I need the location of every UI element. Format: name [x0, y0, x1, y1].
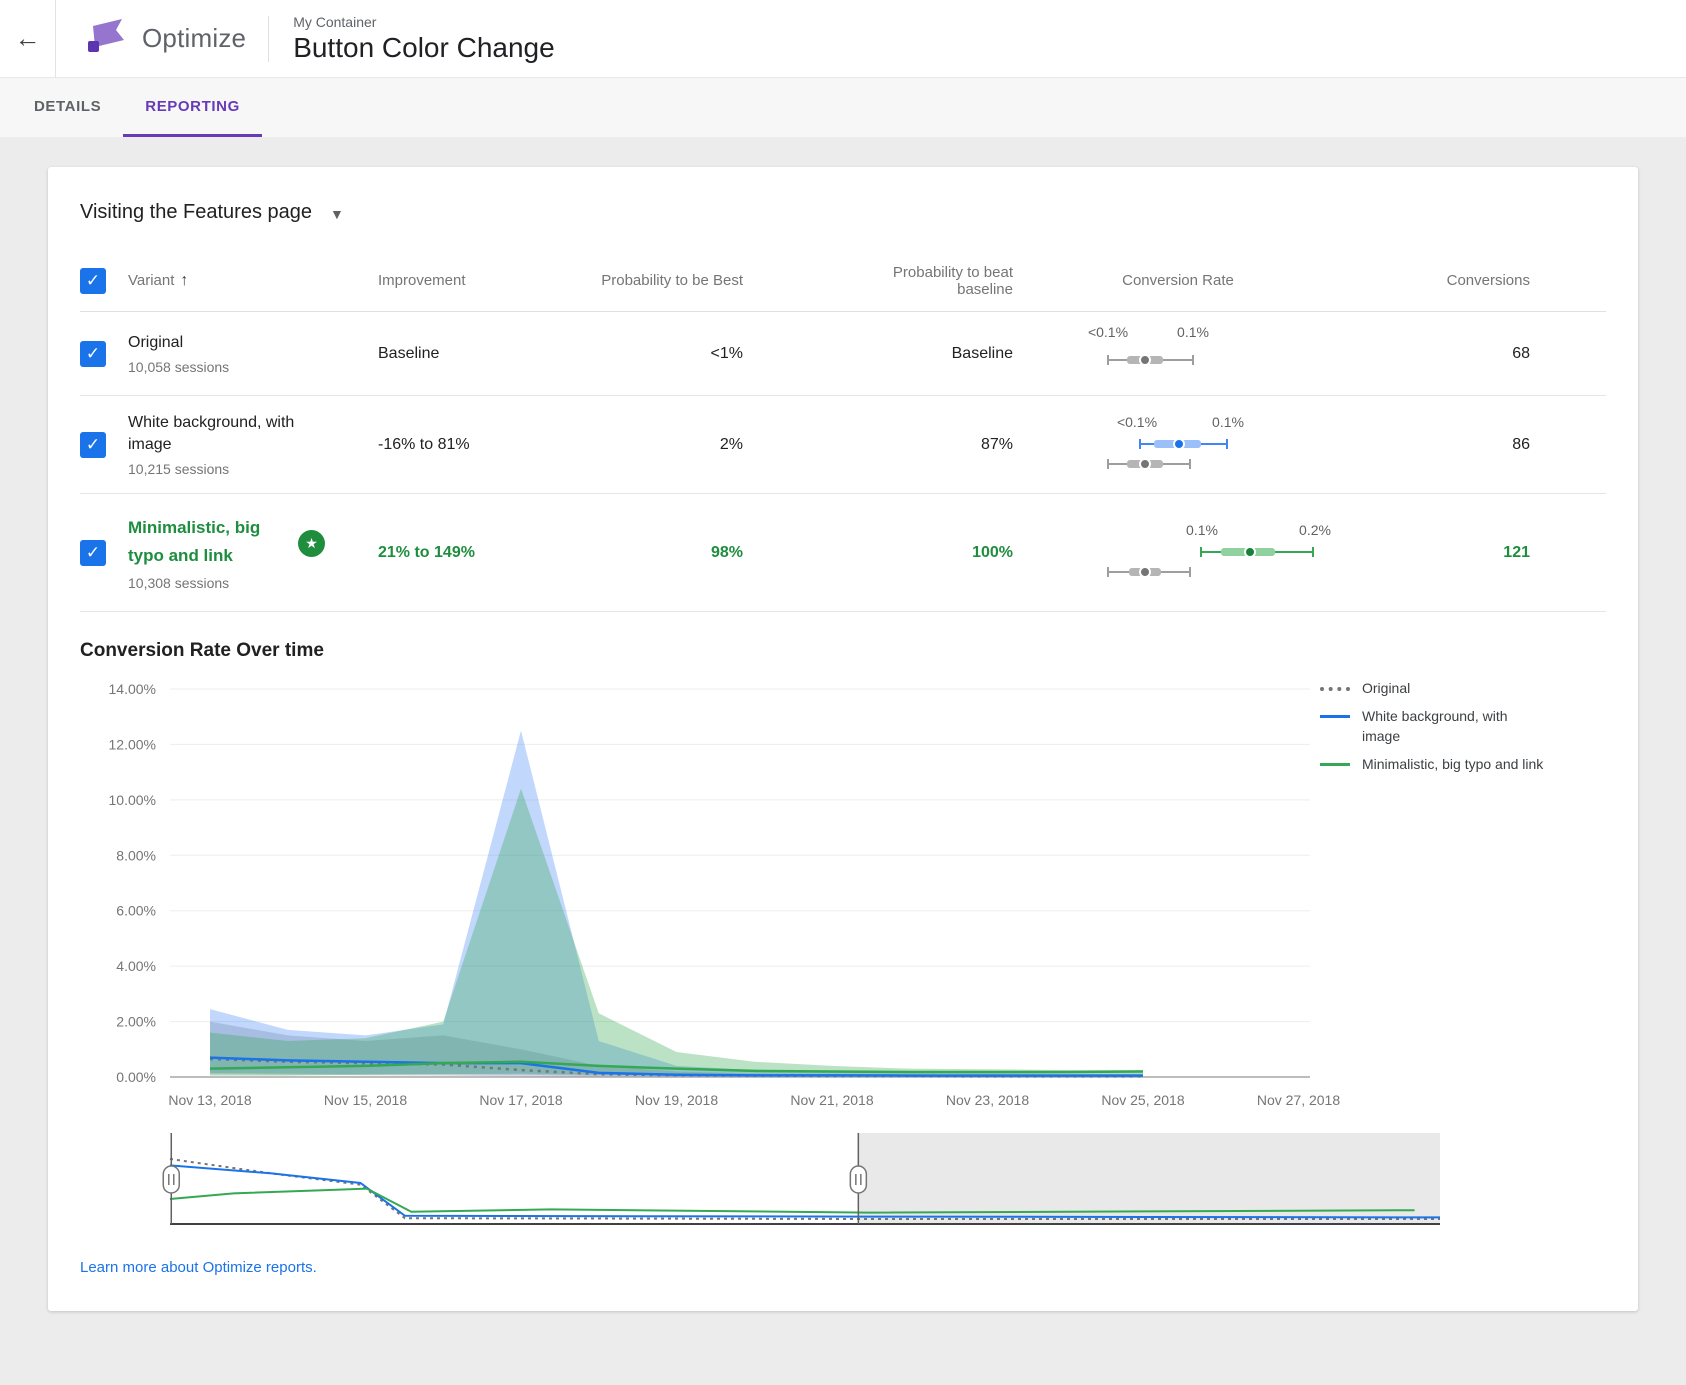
- variant-sessions: 10,308 sessions: [128, 575, 370, 591]
- svg-text:0.1%: 0.1%: [1177, 324, 1209, 340]
- variant-name: White background, with image: [128, 412, 323, 456]
- container-label: My Container: [293, 14, 555, 30]
- row-checkbox[interactable]: [80, 341, 106, 367]
- brand: Optimize: [56, 16, 246, 61]
- objective-selector[interactable]: Visiting the Features page ▼: [80, 201, 344, 224]
- improvement-value: Baseline: [378, 345, 563, 363]
- prob-best-value: 98%: [563, 544, 743, 562]
- variant-sessions: 10,058 sessions: [128, 359, 370, 375]
- content: Visiting the Features page ▼ Variant ↑ I…: [0, 137, 1686, 1351]
- svg-text:Nov 21, 2018: Nov 21, 2018: [790, 1092, 873, 1108]
- svg-text:6.00%: 6.00%: [116, 903, 156, 919]
- variant-name: Original: [128, 332, 328, 354]
- variant-name: Minimalistic, big typo and link: [128, 514, 288, 570]
- report-card: Visiting the Features page ▼ Variant ↑ I…: [48, 167, 1638, 1311]
- back-icon: ←: [15, 23, 41, 54]
- conversions-value: 68: [1343, 345, 1530, 363]
- table-row-minimalistic: Minimalistic, big typo and link ★ 10,308…: [80, 494, 1606, 612]
- svg-text:Nov 17, 2018: Nov 17, 2018: [479, 1092, 562, 1108]
- svg-text:0.2%: 0.2%: [1299, 522, 1331, 538]
- conversion-rate-errorbar: <0.1% 0.1%: [1013, 414, 1343, 476]
- prob-beat-value: Baseline: [743, 345, 1013, 363]
- conversions-value: 121: [1343, 544, 1530, 562]
- tab-details[interactable]: DETAILS: [12, 78, 123, 137]
- svg-text:Nov 15, 2018: Nov 15, 2018: [324, 1092, 407, 1108]
- legend-swatch-blue: [1320, 715, 1350, 718]
- legend-swatch-dotted: [1320, 687, 1350, 691]
- sort-ascending-icon: ↑: [180, 272, 188, 290]
- svg-text:Nov 13, 2018: Nov 13, 2018: [168, 1092, 251, 1108]
- column-improvement: Improvement: [378, 272, 563, 289]
- svg-text:0.1%: 0.1%: [1186, 522, 1218, 538]
- learn-more-link[interactable]: Learn more about Optimize reports.: [80, 1259, 317, 1276]
- table-row-original: Original 10,058 sessions Baseline <1% Ba…: [80, 312, 1606, 396]
- svg-text:4.00%: 4.00%: [116, 958, 156, 974]
- select-all-checkbox[interactable]: [80, 268, 106, 294]
- leader-star-icon: ★: [298, 530, 325, 557]
- top-bar: ← Optimize My Container Button Color Cha…: [0, 0, 1686, 78]
- improvement-value: -16% to 81%: [378, 436, 563, 454]
- column-prob-beat: Probability to beat baseline: [848, 264, 1013, 298]
- legend-item-white-background: White background, with image: [1320, 706, 1575, 746]
- svg-text:14.00%: 14.00%: [109, 681, 156, 697]
- chart-legend: Original White background, with image Mi…: [1320, 678, 1575, 782]
- svg-text:<0.1%: <0.1%: [1117, 414, 1157, 430]
- table-row-white-background: White background, with image 10,215 sess…: [80, 396, 1606, 494]
- tab-bar: DETAILS REPORTING: [0, 78, 1686, 137]
- experiment-title: Button Color Change: [293, 33, 555, 63]
- svg-text:<0.1%: <0.1%: [1088, 324, 1128, 340]
- prob-best-value: <1%: [563, 345, 743, 363]
- divider: [268, 16, 269, 62]
- optimize-logo: [86, 16, 128, 61]
- column-variant[interactable]: Variant ↑: [128, 272, 378, 290]
- legend-item-original: Original: [1320, 678, 1575, 698]
- column-prob-best: Probability to be Best: [601, 272, 743, 289]
- time-range-slider[interactable]: [170, 1133, 1460, 1229]
- row-checkbox[interactable]: [80, 432, 106, 458]
- legend-swatch-green: [1320, 763, 1350, 766]
- svg-text:2.00%: 2.00%: [116, 1014, 156, 1030]
- svg-text:0.1%: 0.1%: [1212, 414, 1244, 430]
- column-conversions: Conversions: [1343, 272, 1530, 289]
- conversion-rate-errorbar: <0.1% 0.1%: [1013, 324, 1343, 384]
- column-conversion-rate: Conversion Rate: [1013, 272, 1343, 289]
- tab-reporting[interactable]: REPORTING: [123, 78, 262, 137]
- svg-text:12.00%: 12.00%: [109, 736, 156, 752]
- conversions-value: 86: [1343, 436, 1530, 454]
- svg-text:10.00%: 10.00%: [109, 792, 156, 808]
- svg-text:Nov 23, 2018: Nov 23, 2018: [946, 1092, 1029, 1108]
- range-slider-chart-svg[interactable]: [170, 1133, 1440, 1229]
- svg-text:Nov 19, 2018: Nov 19, 2018: [635, 1092, 718, 1108]
- objective-label: Visiting the Features page: [80, 201, 312, 224]
- chevron-down-icon: ▼: [330, 206, 344, 222]
- row-checkbox[interactable]: [80, 540, 106, 566]
- prob-beat-value: 87%: [743, 436, 1013, 454]
- app-name: Optimize: [142, 23, 246, 54]
- svg-text:Nov 27, 2018: Nov 27, 2018: [1257, 1092, 1340, 1108]
- conversion-rate-errorbar: 0.1% 0.2%: [1013, 522, 1343, 584]
- svg-text:8.00%: 8.00%: [116, 847, 156, 863]
- legend-item-minimalistic: Minimalistic, big typo and link: [1320, 754, 1575, 774]
- svg-text:0.00%: 0.00%: [116, 1069, 156, 1085]
- back-button[interactable]: ←: [0, 0, 56, 78]
- prob-beat-value: 100%: [743, 544, 1013, 562]
- table-header: Variant ↑ Improvement Probability to be …: [80, 250, 1606, 312]
- improvement-value: 21% to 149%: [378, 544, 563, 562]
- chart-title: Conversion Rate Over time: [80, 640, 1606, 662]
- prob-best-value: 2%: [563, 436, 743, 454]
- variant-sessions: 10,215 sessions: [128, 461, 370, 477]
- conversion-chart: 0.00% 2.00% 4.00% 6.00% 8.00% 10.00% 12.00% 14.…: [80, 664, 1606, 1121]
- svg-text:Nov 25, 2018: Nov 25, 2018: [1101, 1092, 1184, 1108]
